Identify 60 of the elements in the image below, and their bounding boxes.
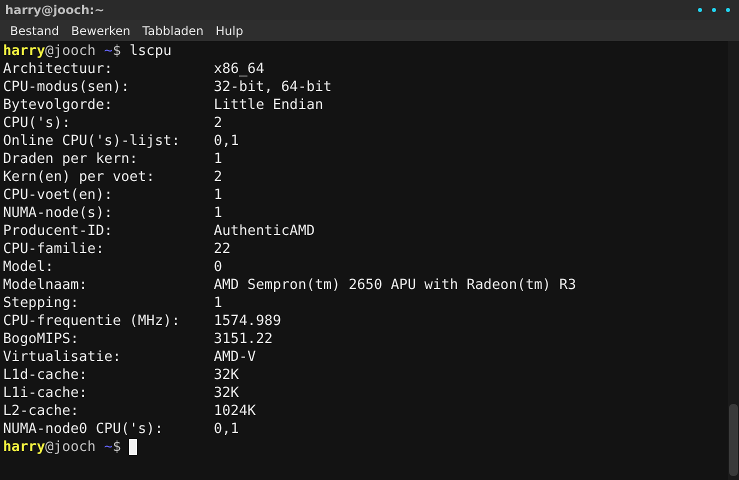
output-value: 32K: [214, 366, 239, 384]
cursor: [129, 439, 138, 455]
prompt-user: harry: [3, 438, 46, 456]
output-value: 3151.22: [214, 330, 273, 348]
output-value: AMD-V: [214, 348, 256, 366]
prompt-host: @jooch: [45, 42, 96, 60]
output-key: L2-cache:: [3, 402, 214, 420]
output-value: 1574.989: [214, 312, 282, 330]
output-key: Virtualisatie:: [3, 348, 214, 366]
output-value: 2: [214, 168, 222, 186]
output-key: BogoMIPS:: [3, 330, 214, 348]
output-key: CPU-familie:: [3, 240, 214, 258]
menu-item[interactable]: Tabbladen: [136, 24, 210, 38]
output-value: 0,1: [214, 420, 239, 438]
output-key: Architectuur:: [3, 60, 214, 78]
output-key: CPU('s):: [3, 114, 214, 132]
output-key: Online CPU('s)-lijst:: [3, 132, 214, 150]
output-value: 1024K: [214, 402, 256, 420]
output-value: 32K: [214, 384, 239, 402]
output-key: Draden per kern:: [3, 150, 214, 168]
scrollbar-thumb[interactable]: [729, 404, 738, 476]
output-key: NUMA-node(s):: [3, 204, 214, 222]
output-key: Kern(en) per voet:: [3, 168, 214, 186]
output-value: 2: [214, 114, 222, 132]
output-key: L1i-cache:: [3, 384, 214, 402]
output-value: 1: [214, 150, 222, 168]
output-key: Model:: [3, 258, 214, 276]
output-value: 1: [214, 294, 222, 312]
window-controls-icon[interactable]: [697, 7, 731, 13]
output-value: AuthenticAMD: [214, 222, 315, 240]
output-value: AMD Sempron(tm) 2650 APU with Radeon(tm) R3: [214, 276, 576, 294]
output-key: Producent-ID:: [3, 222, 214, 240]
prompt-host: @jooch: [45, 438, 96, 456]
prompt-path: ~: [104, 42, 113, 60]
output-key: NUMA-node0 CPU('s):: [3, 420, 214, 438]
output-value: 1: [214, 204, 222, 222]
output-key: Bytevolgorde:: [3, 96, 214, 114]
output-value: 32-bit, 64-bit: [214, 78, 332, 96]
output-value: 22: [214, 240, 231, 258]
output-key: CPU-frequentie (MHz):: [3, 312, 214, 330]
output-key: CPU-modus(sen):: [3, 78, 214, 96]
window-title: harry@jooch:~: [5, 3, 104, 17]
output-value: 0: [214, 258, 222, 276]
output-value: 1: [214, 186, 222, 204]
menu-item[interactable]: Bestand: [4, 24, 66, 38]
output-value: x86_64: [214, 60, 264, 78]
prompt-user: harry: [3, 42, 46, 60]
prompt-symbol: $: [112, 42, 122, 60]
output-value: 0,1: [214, 132, 239, 150]
scrollbar[interactable]: [728, 41, 739, 480]
output-key: L1d-cache:: [3, 366, 214, 384]
menu-item[interactable]: Bewerken: [65, 24, 136, 38]
prompt-symbol: $: [112, 438, 122, 456]
output-key: Stepping:: [3, 294, 214, 312]
output-key: CPU-voet(en):: [3, 186, 214, 204]
output-value: Little Endian: [214, 96, 324, 114]
output-key: Modelnaam:: [3, 276, 214, 294]
command: lscpu: [129, 42, 172, 60]
prompt-path: ~: [104, 438, 113, 456]
menu-item[interactable]: Hulp: [210, 24, 250, 38]
